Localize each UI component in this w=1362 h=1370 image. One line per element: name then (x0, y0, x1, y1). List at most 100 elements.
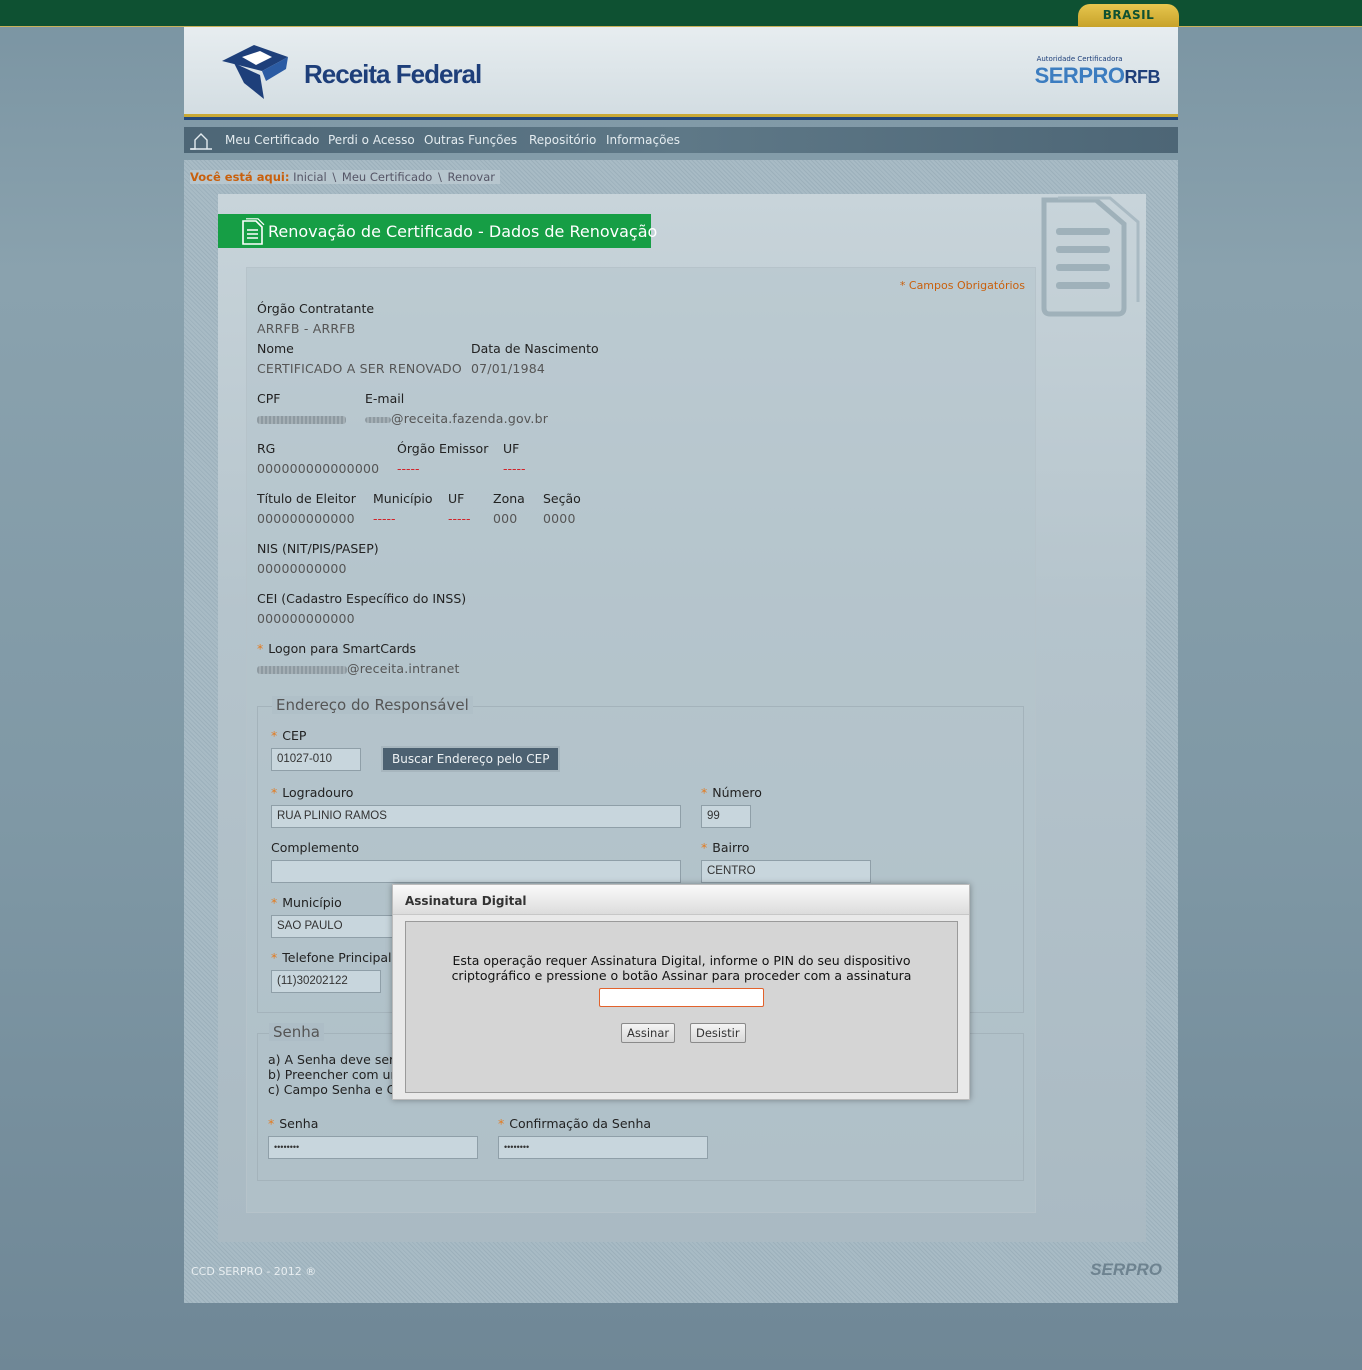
senha-hint-c: c) Campo Senha e C (268, 1082, 396, 1097)
municipio-eleitor-value: ----- (373, 511, 396, 526)
nav-outras-funcoes[interactable]: Outras Funções (424, 133, 517, 147)
dialog-header[interactable]: Assinatura Digital (393, 885, 969, 915)
email-value: @receita.fazenda.gov.br (365, 411, 548, 426)
nav-perdi-acesso[interactable]: Perdi o Acesso (328, 133, 415, 147)
breadcrumb-separator: \ (328, 170, 340, 184)
required-marker: * (257, 641, 264, 656)
breadcrumb-inicial[interactable]: Inicial (293, 170, 327, 184)
secao-label: Seção (543, 491, 581, 506)
assinar-button[interactable]: Assinar (621, 1023, 676, 1043)
municipio-input[interactable]: SAO PAULO (271, 915, 411, 938)
cpf-value-redacted (257, 411, 346, 426)
cep-label: * CEP (271, 728, 307, 743)
dialog-message: Esta operação requer Assinatura Digital,… (406, 953, 957, 983)
logo-text: Receita Federal (304, 59, 482, 89)
bairro-label: * Bairro (701, 840, 750, 855)
logon-label: * Logon para SmartCards (257, 641, 417, 656)
serpro-text: SERPRO (1034, 63, 1125, 88)
orgao-value: ARRFB - ARRFB (257, 321, 356, 336)
rg-value: 000000000000000 (257, 461, 380, 476)
site-header: Receita Federal Autoridade Certificadora… (184, 27, 1178, 120)
nav-informacoes[interactable]: Informações (606, 133, 680, 147)
nome-value: CERTIFICADO A SER RENOVADO (257, 361, 462, 376)
confirmacao-label: * Confirmação da Senha (498, 1116, 652, 1131)
cpf-label: CPF (257, 391, 281, 406)
uf-value: ----- (503, 461, 526, 476)
dialog-body: Esta operação requer Assinatura Digital,… (405, 921, 958, 1093)
complemento-label: Complemento (271, 840, 359, 855)
telefone-label: * Telefone Principal (271, 950, 392, 965)
dialog-message-line2: criptográfico e pressione o botão Assina… (451, 968, 912, 983)
home-icon[interactable] (190, 130, 212, 150)
orgao-emissor-label: Órgão Emissor (397, 441, 489, 456)
senha-hint-a: a) A Senha deve ser (268, 1052, 395, 1067)
endereco-legend: Endereço do Responsável (272, 696, 473, 714)
nascimento-value: 07/01/1984 (471, 361, 546, 376)
breadcrumb-separator: \ (434, 170, 446, 184)
buscar-endereco-button[interactable]: Buscar Endereço pelo CEP (381, 746, 561, 772)
municipio-eleitor-label: Município (373, 491, 433, 506)
orgao-emissor-value: ----- (397, 461, 420, 476)
senha-legend: Senha (269, 1023, 324, 1041)
logon-value: @receita.intranet (257, 661, 460, 676)
footer-copyright: CCD SERPRO - 2012 ® (191, 1265, 317, 1278)
logradouro-input[interactable]: RUA PLINIO RAMOS (271, 805, 681, 828)
nome-label: Nome (257, 341, 294, 356)
numero-input[interactable]: 99 (701, 805, 751, 828)
rfb-text: RFB (1124, 67, 1161, 87)
required-fields-note: * Campos Obrigatórios (899, 279, 1025, 292)
main-nav: Meu Certificado Perdi o Acesso Outras Fu… (184, 127, 1178, 153)
senha-input[interactable]: •••••••• (268, 1136, 478, 1159)
zona-value: 000 (493, 511, 518, 526)
numero-label: * Número (701, 785, 762, 800)
senha-hint-b: b) Preencher com ur (268, 1067, 396, 1082)
nav-repositorio[interactable]: Repositório (529, 133, 596, 147)
page-title-bar: Renovação de Certificado - Dados de Reno… (218, 214, 657, 248)
brasil-link[interactable]: BRASIL (1078, 4, 1179, 27)
titulo-eleitor-value: 000000000000 (257, 511, 355, 526)
breadcrumb: Você está aqui: Inicial \ Meu Certificad… (190, 170, 500, 184)
secao-value: 0000 (543, 511, 576, 526)
page-frame: Receita Federal Autoridade Certificadora… (184, 27, 1178, 1303)
orgao-label: Órgão Contratante (257, 301, 375, 316)
government-bar: BRASIL (0, 0, 1362, 27)
serpro-brand: SERPRORFB (1034, 63, 1161, 88)
desistir-button[interactable]: Desistir (690, 1023, 746, 1043)
uf-label: UF (503, 441, 520, 456)
footer: CCD SERPRO - 2012 ® SERPRO (184, 1255, 1178, 1295)
telefone-input[interactable]: (11)30202122 (271, 970, 381, 993)
senha-label: * Senha (268, 1116, 319, 1131)
dialog-title: Assinatura Digital (405, 894, 527, 908)
breadcrumb-label: Você está aqui: (190, 170, 290, 184)
uf-eleitor-value: ----- (448, 511, 471, 526)
assinatura-digital-dialog: Assinatura Digital Esta operação requer … (392, 884, 970, 1100)
serpro-rfb-logo: Autoridade Certificadora SERPRORFB (1034, 55, 1161, 89)
page-title: Renovação de Certificado - Dados de Reno… (268, 222, 658, 241)
nascimento-label: Data de Nascimento (471, 341, 599, 356)
cei-label: CEI (Cadastro Específico do INSS) (257, 591, 467, 606)
dialog-message-line1: Esta operação requer Assinatura Digital,… (452, 953, 911, 968)
footer-serpro-logo: SERPRO (1090, 1260, 1162, 1279)
content-area: Você está aqui: Inicial \ Meu Certificad… (184, 160, 1178, 1303)
uf-eleitor-label: UF (448, 491, 465, 506)
receita-federal-logo[interactable]: Receita Federal (220, 41, 482, 105)
logradouro-label: * Logradouro (271, 785, 354, 800)
cep-input[interactable]: 01027-010 (271, 748, 361, 771)
nis-value: 00000000000 (257, 561, 347, 576)
confirmacao-input[interactable]: •••••••• (498, 1136, 708, 1159)
breadcrumb-renovar: Renovar (447, 170, 495, 184)
serpro-subtitle: Autoridade Certificadora (1036, 55, 1123, 63)
rg-label: RG (257, 441, 276, 456)
cei-value: 000000000000 (257, 611, 355, 626)
complemento-input[interactable] (271, 860, 681, 883)
document-watermark-icon (1041, 196, 1140, 317)
bairro-input[interactable]: CENTRO (701, 860, 871, 883)
titulo-eleitor-label: Título de Eleitor (257, 491, 356, 506)
breadcrumb-meu-certificado[interactable]: Meu Certificado (342, 170, 432, 184)
email-label: E-mail (365, 391, 405, 406)
pin-input[interactable] (599, 988, 764, 1007)
municipio-label: * Município (271, 895, 342, 910)
nav-meu-certificado[interactable]: Meu Certificado (225, 133, 319, 147)
receita-federal-emblem-icon (222, 45, 288, 99)
zona-label: Zona (493, 491, 525, 506)
